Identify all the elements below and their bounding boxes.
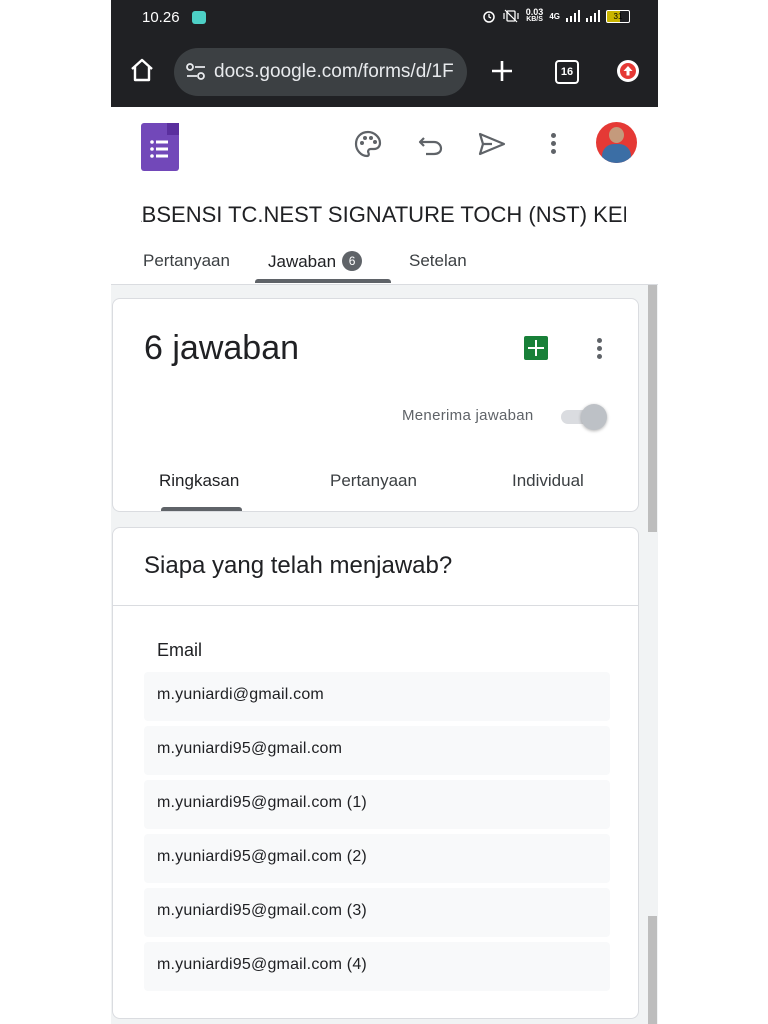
list-item[interactable]: m.yuniardi95@gmail.com (2) bbox=[144, 834, 610, 883]
tab-setelan[interactable]: Setelan bbox=[409, 251, 467, 271]
tab-jawaban-label: Jawaban bbox=[268, 252, 337, 271]
active-subtab-indicator bbox=[161, 507, 242, 511]
status-icons: 0.03 KB/S 4G 31 bbox=[482, 8, 630, 24]
send-icon[interactable] bbox=[477, 129, 507, 159]
forms-logo-icon[interactable] bbox=[141, 123, 179, 171]
active-tab-indicator bbox=[255, 279, 391, 283]
url-text: docs.google.com/forms/d/1F bbox=[214, 61, 454, 82]
accepting-responses-label: Menerima jawaban bbox=[402, 407, 534, 424]
net-speed-unit: KB/S bbox=[526, 16, 543, 23]
email-column-header: Email bbox=[157, 640, 203, 660]
list-item[interactable]: m.yuniardi95@gmail.com (1) bbox=[144, 780, 610, 829]
signal-2-icon bbox=[586, 10, 600, 22]
form-title: ABSENSI TC.NEST SIGNATURE TOCH (NST) KEL… bbox=[141, 202, 626, 228]
email-list: m.yuniardi@gmail.com m.yuniardi95@gmail.… bbox=[144, 672, 610, 996]
tab-jawaban[interactable]: Jawaban 6 bbox=[268, 251, 363, 272]
status-bar: 10.26 0.03 KB/S 4G 31 bbox=[111, 0, 658, 36]
forms-lines-icon bbox=[150, 140, 168, 158]
home-icon[interactable] bbox=[129, 56, 155, 84]
plus-icon[interactable] bbox=[491, 60, 513, 82]
list-item[interactable]: m.yuniardi95@gmail.com bbox=[144, 726, 610, 775]
responses-count-title: 6 jawaban bbox=[144, 329, 300, 367]
scrollbar-thumb-lower[interactable] bbox=[648, 916, 657, 1024]
net-speed: 0.03 KB/S bbox=[526, 8, 544, 24]
alarm-icon bbox=[483, 11, 495, 23]
network-type: 4G bbox=[549, 11, 560, 21]
form-title-text: ABSENSI TC.NEST SIGNATURE TOCH (NST) KEL… bbox=[141, 202, 626, 227]
signal-icon bbox=[566, 10, 580, 22]
undo-icon[interactable] bbox=[416, 129, 446, 159]
status-time: 10.26 bbox=[142, 9, 180, 26]
palette-icon[interactable] bbox=[353, 129, 383, 159]
more-vert-icon[interactable] bbox=[597, 338, 603, 362]
address-bar[interactable]: docs.google.com/forms/d/1F bbox=[174, 48, 467, 96]
respondents-title: Siapa yang telah menjawab? bbox=[144, 552, 453, 579]
divider bbox=[113, 605, 638, 606]
browser-toolbar: docs.google.com/forms/d/1F 16 bbox=[111, 36, 658, 107]
sheets-icon[interactable] bbox=[524, 336, 548, 360]
battery-icon: 31 bbox=[606, 9, 630, 23]
list-item[interactable]: m.yuniardi95@gmail.com (3) bbox=[144, 888, 610, 937]
tune-icon[interactable] bbox=[185, 63, 207, 81]
more-vert-icon[interactable] bbox=[551, 133, 557, 157]
message-notification-icon bbox=[192, 11, 206, 24]
responses-summary-card: 6 jawaban Menerima jawaban Ringkasan Per… bbox=[112, 298, 639, 512]
avatar[interactable] bbox=[596, 122, 637, 163]
vibrate-off-icon bbox=[503, 9, 519, 23]
update-icon[interactable] bbox=[617, 60, 639, 82]
subtab-pertanyaan[interactable]: Pertanyaan bbox=[330, 471, 417, 491]
responses-count-badge: 6 bbox=[342, 251, 363, 271]
update-arrow-icon bbox=[620, 63, 636, 79]
scrollbar-thumb[interactable] bbox=[648, 285, 657, 532]
form-header: ABSENSI TC.NEST SIGNATURE TOCH (NST) KEL… bbox=[111, 107, 658, 285]
tab-switcher-icon[interactable]: 16 bbox=[555, 60, 579, 84]
subtab-individual[interactable]: Individual bbox=[512, 471, 584, 491]
accepting-responses-toggle[interactable] bbox=[561, 404, 607, 430]
respondents-card: Siapa yang telah menjawab? Email m.yunia… bbox=[112, 527, 639, 1019]
phone-screen: 10.26 0.03 KB/S 4G 31 docs.google.com/fo… bbox=[111, 0, 658, 1024]
list-item[interactable]: m.yuniardi@gmail.com bbox=[144, 672, 610, 721]
list-item[interactable]: m.yuniardi95@gmail.com (4) bbox=[144, 942, 610, 991]
tab-pertanyaan[interactable]: Pertanyaan bbox=[143, 251, 230, 271]
net-speed-value: 0.03 bbox=[525, 7, 544, 17]
subtab-ringkasan[interactable]: Ringkasan bbox=[159, 471, 239, 491]
